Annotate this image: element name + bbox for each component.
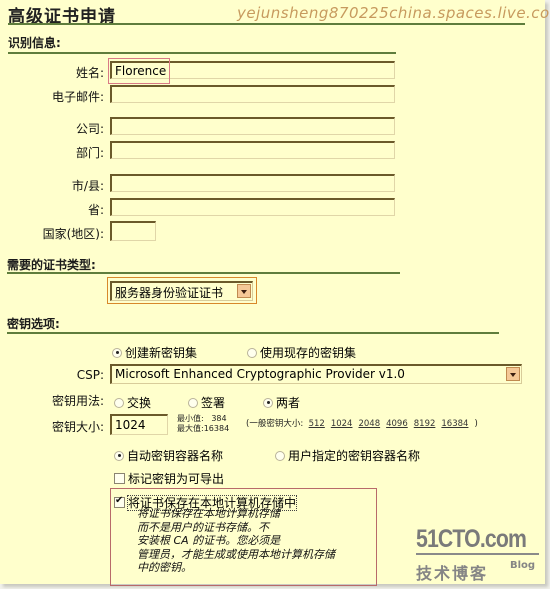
key-size-link-512[interactable]: 512 [309,419,325,429]
identification-section-title: 识别信息: [8,36,61,50]
radio-unselected-icon[interactable] [188,397,198,408]
key-size-link-16384[interactable]: 16384 [441,419,468,429]
local-store-description: 将证书保存在本地计算机存储 而不是用户的证书存储。不 安装根 CA 的证书。您必… [137,507,335,574]
key-options-divider [7,332,499,334]
common-key-sizes: (一般密钥大小: 512 1024 2048 4096 8192 16384) [246,419,478,429]
radio-selected-icon[interactable] [263,397,273,408]
key-size-min: 最小值: 384 [177,414,227,423]
csp-label: CSP: [76,368,104,382]
exportable-option[interactable]: 标记密钥为可导出 [114,468,224,487]
key-size-max: 最大值:16384 [177,424,230,433]
checkbox-checked-icon[interactable] [114,495,125,508]
key-size-label: 密钥大小: [51,420,104,434]
province-input[interactable] [110,198,395,216]
key-size-input[interactable] [110,414,168,435]
chevron-down-icon[interactable] [506,367,520,381]
chevron-down-icon[interactable] [237,284,251,298]
keyset-option-existing[interactable]: 使用现存的密钥集 [247,342,356,361]
key-usage-option-exchange[interactable]: 交换 [114,392,151,411]
brand-logo: 51CTO.com [416,525,527,553]
email-input[interactable] [110,85,395,103]
key-size-link-2048[interactable]: 2048 [358,419,380,429]
country-input[interactable] [110,221,156,241]
title-divider [8,23,525,25]
province-label: 省: [87,203,104,217]
key-usage-option-sign[interactable]: 签署 [188,392,225,411]
key-size-link-8192[interactable]: 8192 [414,419,436,429]
company-input[interactable] [110,117,395,135]
container-option-auto[interactable]: 自动密钥容器名称 [114,445,223,464]
key-options-section-title: 密钥选项: [7,317,60,331]
key-size-link-4096[interactable]: 4096 [386,419,408,429]
radio-selected-icon[interactable] [112,347,122,358]
csp-select[interactable]: Microsoft Enhanced Cryptographic Provide… [110,364,522,384]
email-label: 电子邮件: [51,90,104,104]
country-label: 国家(地区): [42,227,104,241]
radio-unselected-icon[interactable] [275,450,285,461]
watermark-text: yejunsheng870225china.spaces.live.com [237,4,550,22]
certificate-request-page: 高级证书申请 yejunsheng870225china.spaces.live… [0,0,550,586]
company-label: 公司: [75,122,104,136]
key-usage-option-both[interactable]: 两者 [263,392,300,411]
brand-underline [416,553,539,555]
cert-type-divider [7,272,400,274]
checkbox-unchecked-icon[interactable] [114,473,125,484]
key-size-link-1024[interactable]: 1024 [331,419,353,429]
cert-type-select[interactable]: 服务器身份验证证书 [110,281,253,301]
radio-unselected-icon[interactable] [114,397,124,408]
name-highlight-box [108,58,170,84]
radio-unselected-icon[interactable] [247,347,257,358]
cert-type-section-title: 需要的证书类型: [7,258,96,272]
department-input[interactable] [110,141,395,159]
container-option-user[interactable]: 用户指定的密钥容器名称 [275,445,420,464]
city-label: 市/县: [71,179,104,193]
keyset-option-create[interactable]: 创建新密钥集 [112,342,197,361]
csp-selected: Microsoft Enhanced Cryptographic Provide… [115,367,405,381]
key-usage-label: 密钥用法: [51,394,104,408]
identification-divider [8,52,396,54]
cert-type-selected: 服务器身份验证证书 [115,286,224,300]
department-label: 部门: [75,146,104,160]
brand-blog: Blog [510,560,536,571]
city-input[interactable] [110,174,395,192]
name-label: 姓名: [75,66,104,80]
radio-selected-icon[interactable] [114,450,124,461]
brand-subtitle: 技术博客 [416,564,489,583]
